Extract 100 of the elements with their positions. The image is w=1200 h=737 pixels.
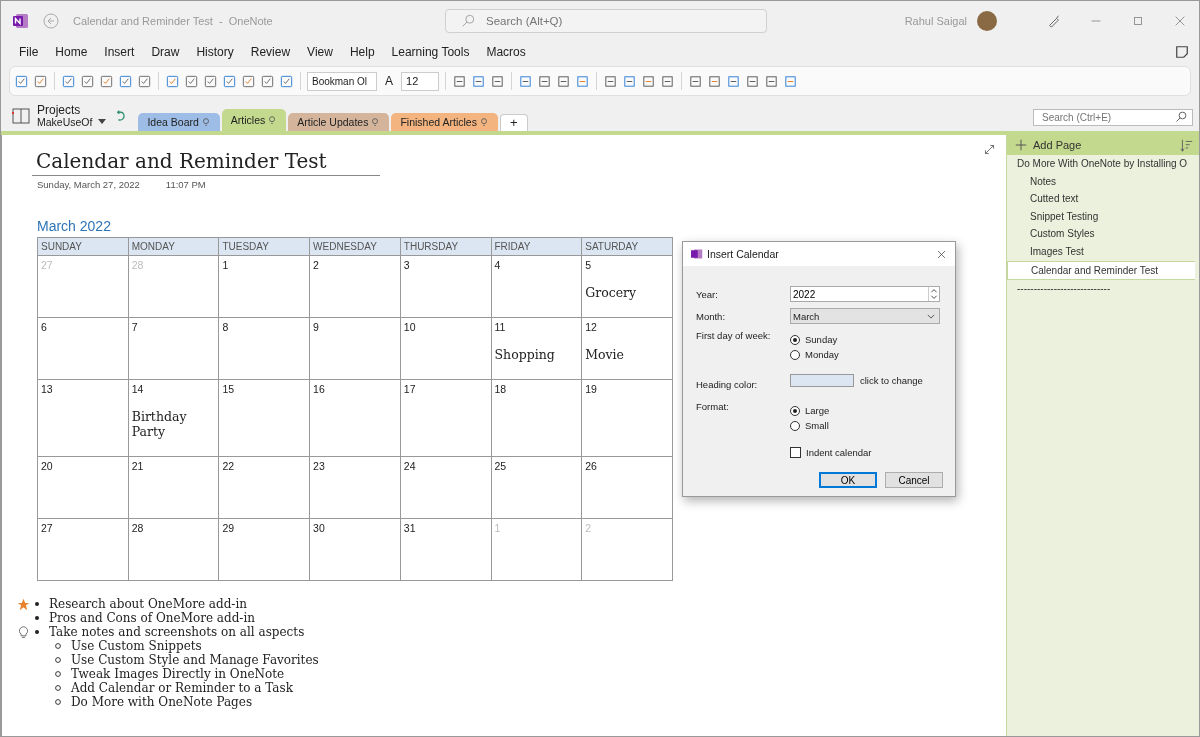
color-swatch[interactable] <box>790 374 854 387</box>
section-tab[interactable]: Finished Articles <box>391 113 498 131</box>
menu-item[interactable]: Draw <box>151 45 180 59</box>
dialog-button[interactable]: OK <box>819 472 877 488</box>
calendar-day-cell: 11 Shopping <box>491 317 582 380</box>
radio-option[interactable]: Sunday <box>790 334 838 345</box>
notebook-dropdown[interactable]: MakeUseOf <box>37 115 107 128</box>
calendar-day-cell: 29 <box>218 518 310 581</box>
note-bullet-text: Pros and Cons of OneMore add-in <box>49 611 255 625</box>
add-section-tab[interactable]: + <box>499 114 528 131</box>
close-icon[interactable] <box>936 248 947 260</box>
search-icon <box>461 14 475 28</box>
calendar-day-cell: 2 <box>309 255 401 318</box>
indent-checkbox[interactable]: Indent calendar <box>790 447 940 458</box>
bullet-icon <box>35 602 39 606</box>
page-list-item[interactable]: Do More With OneNote by Installing O <box>1007 155 1199 173</box>
calendar-day-cell: 6 <box>37 317 129 380</box>
calendar-day-cell: 20 <box>37 456 129 519</box>
menu-item[interactable]: File <box>19 45 39 59</box>
user-name: Rahul Saigal <box>904 15 967 27</box>
note-subbullet-text: Tweak Images Directly in OneNote <box>71 667 285 681</box>
page-date: Sunday, March 27, 2022 <box>37 179 140 190</box>
subpage-list-item[interactable]: Calendar and Reminder Test <box>1007 260 1195 281</box>
search-field[interactable]: Search (Alt+Q) <box>445 9 767 33</box>
font-size-dropdown[interactable]: 12 <box>401 71 439 91</box>
radio-option[interactable]: Monday <box>790 349 839 360</box>
page-list-item[interactable]: ---------------------------- <box>1007 280 1199 298</box>
add-page-button[interactable]: Add Page <box>1015 139 1082 151</box>
page-title: Calendar and Reminder Test <box>32 149 380 176</box>
page-search-field[interactable]: Search (Ctrl+E) <box>1033 109 1193 126</box>
sticky-notes-icon[interactable] <box>1175 45 1189 59</box>
menu-item[interactable]: Learning Tools <box>391 45 470 59</box>
calendar-event: Grocery <box>585 285 638 300</box>
spinner-icon[interactable] <box>929 287 939 301</box>
sort-icon[interactable] <box>1180 138 1193 152</box>
subpage-list-item[interactable]: Cutted text <box>1007 190 1199 208</box>
calendar-day-cell: 7 <box>128 317 219 380</box>
calendar-day-cell: 5 Grocery <box>581 255 673 318</box>
section-tab[interactable]: Idea Board <box>138 113 220 131</box>
format-label: Format: <box>696 401 730 412</box>
onenote-logo-icon <box>13 13 29 29</box>
todo-checkbox-icon[interactable] <box>61 73 76 89</box>
bullet-icon <box>55 699 61 705</box>
menu-item[interactable]: Help <box>349 45 375 59</box>
year-field[interactable]: 2022 <box>791 287 928 301</box>
menu-item[interactable]: Review <box>250 45 291 59</box>
note-subbullet-text: Use Custom Snippets <box>71 639 202 653</box>
section-group-label[interactable]: Projects <box>37 103 107 116</box>
calendar-day-cell: 3 <box>400 255 491 318</box>
search-icon[interactable] <box>1175 111 1187 123</box>
note-subbullet-text: Add Calendar or Reminder to a Task <box>71 681 293 695</box>
expand-icon[interactable] <box>983 143 996 156</box>
bullet-icon <box>55 685 61 691</box>
radio-option[interactable]: Small <box>790 420 829 431</box>
calendar-day-cell: 21 <box>128 456 219 519</box>
heading-color-label: Heading color: <box>696 379 759 390</box>
subpage-list-item[interactable]: Images Test <box>1007 242 1199 261</box>
menu-item[interactable]: View <box>307 45 333 59</box>
radio-option[interactable]: Large <box>790 405 830 416</box>
month-dropdown[interactable]: March <box>790 308 940 324</box>
calendar-day-cell: 27 <box>37 518 129 581</box>
calendar-day-cell: 2 <box>581 518 673 581</box>
menu-item[interactable]: History <box>196 45 234 59</box>
weekday-header: TUESDAY <box>218 237 310 256</box>
menu-item[interactable]: Home <box>55 45 88 59</box>
calendar-day-cell: 22 <box>218 456 310 519</box>
font-color-button[interactable]: A <box>385 74 393 88</box>
maximize-icon[interactable] <box>1131 14 1145 28</box>
pen-icon[interactable] <box>1047 14 1061 28</box>
subpage-list-item[interactable]: Snippet Testing <box>1007 207 1199 226</box>
menu-item[interactable]: Insert <box>104 45 135 59</box>
section-tab[interactable]: Articles <box>221 109 287 131</box>
calendar-day-cell: 30 <box>309 518 401 581</box>
sync-icon[interactable] <box>114 108 127 123</box>
calendar-day-cell: 15 <box>218 379 310 457</box>
calendar-day-cell: 4 <box>491 255 582 318</box>
calendar-day-cell: 9 <box>309 317 401 380</box>
font-dropdown[interactable]: Bookman Ol <box>307 71 377 91</box>
section-tab[interactable]: Article Updates <box>288 113 390 131</box>
calendar-day-cell: 16 <box>309 379 401 457</box>
first-day-label: First day of week: <box>696 330 772 341</box>
year-spinbox[interactable]: 2022 <box>790 286 940 302</box>
dialog-button[interactable]: Cancel <box>885 472 943 488</box>
weekday-header: SATURDAY <box>581 237 673 256</box>
menu-item[interactable]: Macros <box>486 45 526 59</box>
avatar[interactable] <box>977 11 997 31</box>
note-subbullet-text: Do More with OneNote Pages <box>71 695 253 709</box>
onenote-logo-icon <box>691 248 703 260</box>
back-icon[interactable] <box>43 13 59 29</box>
year-label: Year: <box>696 288 719 300</box>
subpage-list-item[interactable]: Custom Styles <box>1007 225 1199 243</box>
subpage-list-item[interactable]: Notes <box>1007 172 1199 191</box>
plus-icon <box>1015 139 1027 151</box>
calendar-day-cell: 26 <box>581 456 673 519</box>
calendar-day-cell: 28 <box>128 518 219 581</box>
calendar-day-cell: 8 <box>218 317 310 380</box>
calendar-day-cell: 12 Movie <box>581 317 673 380</box>
close-icon[interactable] <box>1173 14 1187 28</box>
calendar-day-cell: 25 <box>491 456 582 519</box>
calendar-day-cell: 14 Birthday Party <box>128 379 219 457</box>
